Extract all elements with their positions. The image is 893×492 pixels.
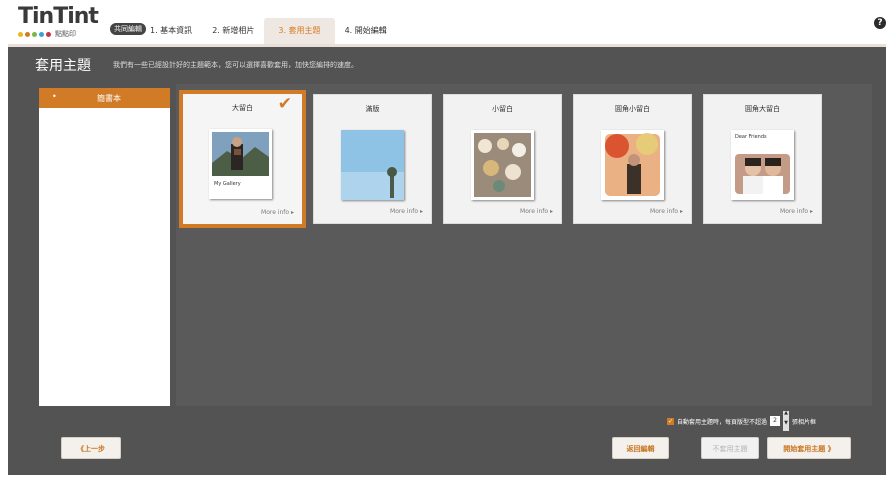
thumbnail-caption: Dear Friends — [735, 134, 767, 140]
previous-step-button[interactable]: 《上一步 — [61, 437, 121, 459]
tab-start-editing[interactable]: 4. 開始編輯 — [335, 18, 397, 44]
logo-sub: 點點印 — [18, 29, 76, 39]
sidebar-item-label: 簡書本 — [97, 94, 121, 103]
photo-mountain-icon — [209, 129, 272, 199]
more-info-link[interactable]: More info ▸ — [261, 209, 294, 216]
theme-thumbnail — [471, 130, 534, 200]
theme-thumbnail — [601, 130, 664, 200]
tintint-logo[interactable]: TinTint 點點印 共同編輯 — [18, 4, 146, 38]
theme-card-title: 圓角小留白 — [615, 105, 650, 113]
auto-apply-label: 自動套用主題時，每頁版型不超過 — [677, 418, 768, 426]
more-info-link[interactable]: More info ▸ — [520, 208, 553, 215]
more-info-link[interactable]: More info ▸ — [390, 208, 423, 215]
logo-dot-icon — [18, 31, 23, 37]
photos-per-page-input[interactable]: 2 — [770, 416, 781, 426]
help-icon[interactable]: ? — [874, 17, 886, 29]
top-header: TinTint 點點印 共同編輯 1. 基本資訊 2. 新增相片 3. 套用主題… — [0, 0, 893, 44]
auto-apply-checkbox[interactable]: ✓ — [667, 417, 674, 425]
theme-card-rounded-large-margin[interactable]: 圓角大留白 Dear Friends More info ▸ — [703, 94, 822, 224]
theme-thumbnail: Dear Friends — [731, 130, 794, 200]
photo-sky-icon — [341, 130, 404, 200]
photo-autumn-icon — [601, 130, 664, 200]
apply-theme-button[interactable]: 開始套用主題 》 — [767, 437, 851, 459]
check-icon: ✔ — [277, 94, 292, 114]
tab-basic-info[interactable]: 1. 基本資訊 — [140, 18, 202, 44]
theme-card-full-bleed[interactable]: 滿版 More info ▸ — [313, 94, 432, 224]
photo-cafe-icon — [471, 130, 534, 200]
thumbnail-caption: My Gallery — [214, 181, 241, 187]
logo-dot-icon — [46, 31, 51, 37]
logo-text: TinTint — [18, 4, 99, 29]
theme-card-title: 小留白 — [492, 105, 513, 113]
skip-theme-button[interactable]: 不套用主題 — [701, 437, 759, 459]
theme-card-large-margin[interactable]: 大留白 ✔ My Gallery More info ▸ — [179, 90, 306, 228]
theme-thumbnail — [341, 130, 404, 200]
logo-dot-icon — [39, 31, 44, 37]
theme-card-small-margin[interactable]: 小留白 More info ▸ — [443, 94, 562, 224]
more-info-link[interactable]: More info ▸ — [780, 208, 813, 215]
logo-dot-icon — [25, 31, 30, 37]
more-info-link[interactable]: More info ▸ — [650, 208, 683, 215]
tab-add-photos[interactable]: 2. 新增相片 — [202, 18, 264, 44]
theme-card-title: 滿版 — [365, 105, 380, 113]
step-tabs: 1. 基本資訊 2. 新增相片 3. 套用主題 4. 開始編輯 — [140, 18, 397, 44]
stepper-down-icon[interactable]: ▼ — [783, 421, 790, 431]
back-to-edit-button[interactable]: 返回編輯 — [612, 437, 669, 459]
bullet-icon: • — [52, 92, 57, 101]
theme-card-rounded-small-margin[interactable]: 圓角小留白 More info ▸ — [573, 94, 692, 224]
theme-thumbnail: My Gallery — [209, 129, 272, 199]
auto-apply-row: ✓ 自動套用主題時，每頁版型不超過 2 ▲ ▼ 張相片框 — [667, 411, 816, 431]
theme-card-title: 圓角大留白 — [745, 105, 780, 113]
logo-small-text: 點點印 — [55, 30, 76, 38]
auto-apply-unit: 張相片框 — [792, 418, 817, 426]
sidebar: • 簡書本 — [39, 88, 170, 406]
photo-friends-icon — [735, 154, 790, 194]
logo-dot-icon — [32, 31, 37, 37]
sidebar-item-book[interactable]: • 簡書本 — [39, 88, 170, 108]
photos-per-page-stepper: ▲ ▼ — [783, 411, 790, 431]
page-description: 我們有一些已經設計好的主題範本，您可以選擇喜歡套用，加快您編排的速度。 — [113, 61, 358, 69]
page-title: 套用主題 — [35, 58, 91, 74]
tab-apply-theme[interactable]: 3. 套用主題 — [264, 18, 335, 44]
